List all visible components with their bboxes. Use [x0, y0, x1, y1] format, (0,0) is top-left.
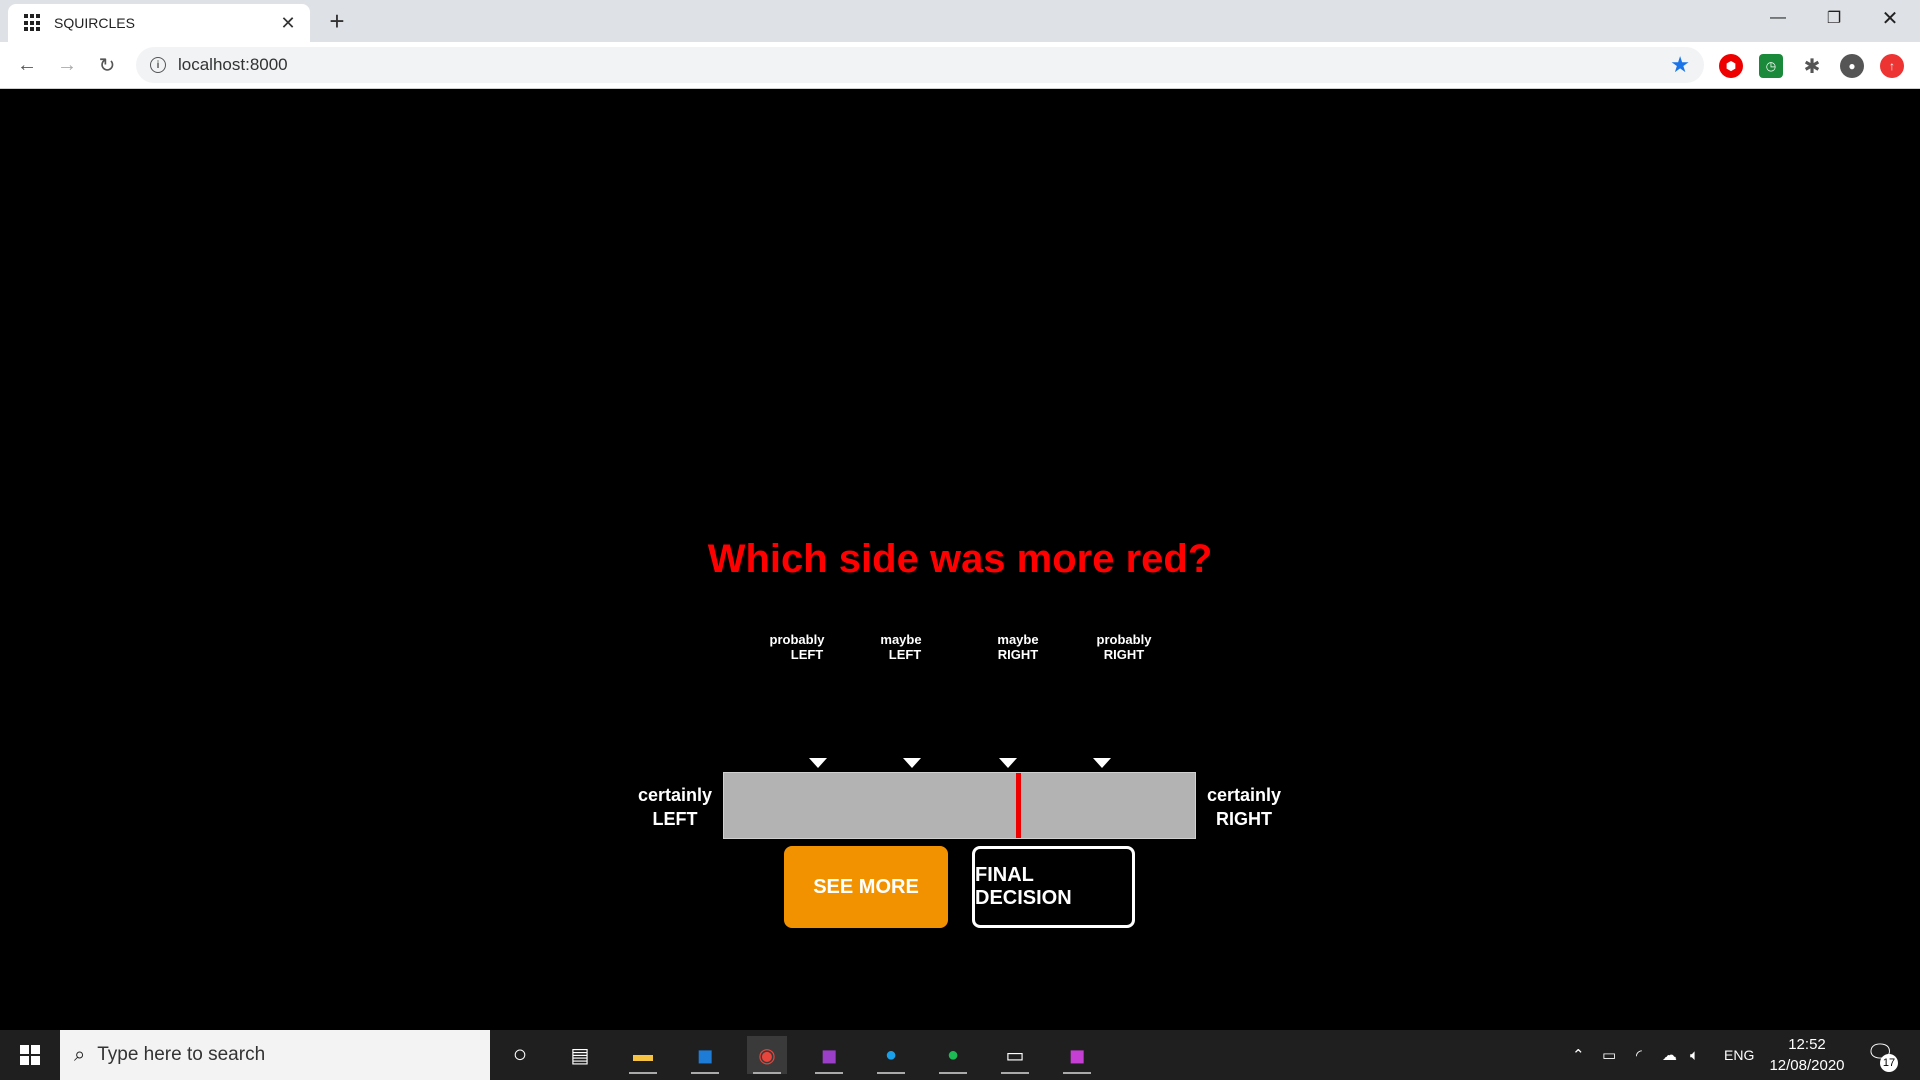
tick-arrow-down-icon	[903, 758, 921, 768]
back-arrow-icon[interactable]: ←	[12, 50, 42, 80]
tick-arrow-down-icon	[1093, 758, 1111, 768]
end-label-bottom: RIGHT	[1216, 809, 1272, 829]
profile-avatar[interactable]: ●	[1840, 54, 1864, 78]
end-label-top: certainly	[637, 785, 713, 805]
file-explorer-icon[interactable]: ▬	[623, 1036, 663, 1074]
tick-label-probably-right: probably RIGHT	[1074, 632, 1174, 662]
restore-icon[interactable]: ❐	[1806, 0, 1862, 36]
volume-icon[interactable]: 🔈︎	[1690, 1030, 1699, 1080]
tick-arrow-down-icon	[999, 758, 1017, 768]
start-button[interactable]	[0, 1030, 60, 1080]
cortana-icon[interactable]: ○	[500, 1036, 540, 1074]
adblock-extension-icon[interactable]: ⬢	[1719, 54, 1743, 78]
slider-handle[interactable]	[1016, 773, 1021, 838]
extensions-puzzle-icon[interactable]: ✱	[1800, 54, 1824, 78]
final-decision-button[interactable]: FINAL DECISION	[972, 846, 1135, 928]
chrome-icon[interactable]: ◉	[747, 1036, 787, 1074]
tick-label-top: probably	[769, 632, 825, 647]
tick-label-maybe-left: maybe LEFT	[851, 632, 951, 662]
question-title: Which side was more red?	[707, 537, 1213, 581]
clock-time: 12:52	[1788, 1036, 1826, 1053]
spotify-icon[interactable]: ●	[933, 1036, 973, 1074]
onenote-icon[interactable]: ◼	[809, 1036, 849, 1074]
onedrive-cloud-icon[interactable]: ☁	[1662, 1030, 1677, 1080]
clock-extension-icon[interactable]: ◷	[1759, 54, 1783, 78]
tick-label-bottom: RIGHT	[1103, 647, 1145, 662]
search-placeholder: Type here to search	[97, 1044, 266, 1065]
close-icon[interactable]: ✕	[276, 11, 300, 35]
browser-toolbar: ← → ↻ i localhost:8000 ★ ⬢ ◷ ✱ ● ↑	[0, 42, 1920, 89]
end-label-bottom: LEFT	[652, 809, 698, 829]
windows-logo-icon	[20, 1045, 40, 1065]
apps-grid-icon	[24, 14, 42, 32]
notification-count-badge: 17	[1880, 1054, 1898, 1072]
tick-label-top: maybe	[997, 632, 1039, 647]
battery-icon[interactable]: ▭	[1602, 1030, 1616, 1080]
bookmark-star-icon[interactable]: ★	[1670, 52, 1690, 78]
windows-taskbar: ⌕ Type here to search ○ ▤ ▬ ◼ ◉ ◼ ● ● ▭ …	[0, 1030, 1920, 1080]
window-close-icon[interactable]: ✕	[1862, 0, 1918, 36]
reload-icon[interactable]: ↻	[92, 50, 122, 80]
end-label-top: certainly	[1206, 785, 1282, 805]
end-label-certainly-right: certainly RIGHT	[1194, 783, 1294, 831]
address-bar[interactable]: i localhost:8000 ★	[136, 47, 1704, 83]
update-icon[interactable]: ↑	[1880, 54, 1904, 78]
see-more-button[interactable]: SEE MORE	[784, 846, 948, 928]
browser-tabstrip: SQUIRCLES ✕ + — ❐ ✕	[0, 0, 1920, 42]
clock-date: 12/08/2020	[1769, 1057, 1845, 1074]
tick-label-probably-left: probably LEFT	[747, 632, 847, 662]
new-tab-plus-icon[interactable]: +	[322, 6, 352, 36]
end-label-certainly-left: certainly LEFT	[625, 783, 725, 831]
browser-tab[interactable]: SQUIRCLES ✕	[8, 4, 310, 42]
minimize-icon[interactable]: —	[1750, 0, 1806, 36]
taskbar-clock[interactable]: 12:52 12/08/2020	[1752, 1034, 1862, 1076]
terminal-icon[interactable]: ▭	[995, 1036, 1035, 1074]
phpstorm-icon[interactable]: ◼	[1057, 1036, 1097, 1074]
task-view-icon[interactable]: ▤	[560, 1036, 600, 1074]
tick-label-bottom: LEFT	[888, 647, 922, 662]
wifi-icon[interactable]: ◜	[1636, 1030, 1642, 1080]
taskbar-search-box[interactable]: ⌕ Type here to search	[60, 1030, 490, 1080]
url-text[interactable]: localhost:8000	[178, 55, 1670, 75]
search-icon: ⌕	[74, 1043, 86, 1066]
tick-label-bottom: RIGHT	[997, 647, 1039, 662]
tick-arrow-down-icon	[809, 758, 827, 768]
tick-label-top: maybe	[880, 632, 922, 647]
info-icon[interactable]: i	[150, 57, 166, 73]
forward-arrow-icon[interactable]: →	[52, 50, 82, 80]
tick-label-bottom: LEFT	[790, 647, 824, 662]
action-center-icon[interactable]: 🗨︎ 17	[1866, 1040, 1898, 1072]
show-hidden-icons-chevron-icon[interactable]: ⌃	[1572, 1030, 1585, 1080]
confidence-slider[interactable]	[723, 772, 1196, 839]
tick-label-top: probably	[1096, 632, 1152, 647]
language-indicator[interactable]: ENG	[1724, 1030, 1754, 1080]
outlook-icon[interactable]: ◼	[685, 1036, 725, 1074]
tab-title: SQUIRCLES	[54, 15, 135, 31]
tick-label-maybe-right: maybe RIGHT	[968, 632, 1068, 662]
skype-icon[interactable]: ●	[871, 1036, 911, 1074]
